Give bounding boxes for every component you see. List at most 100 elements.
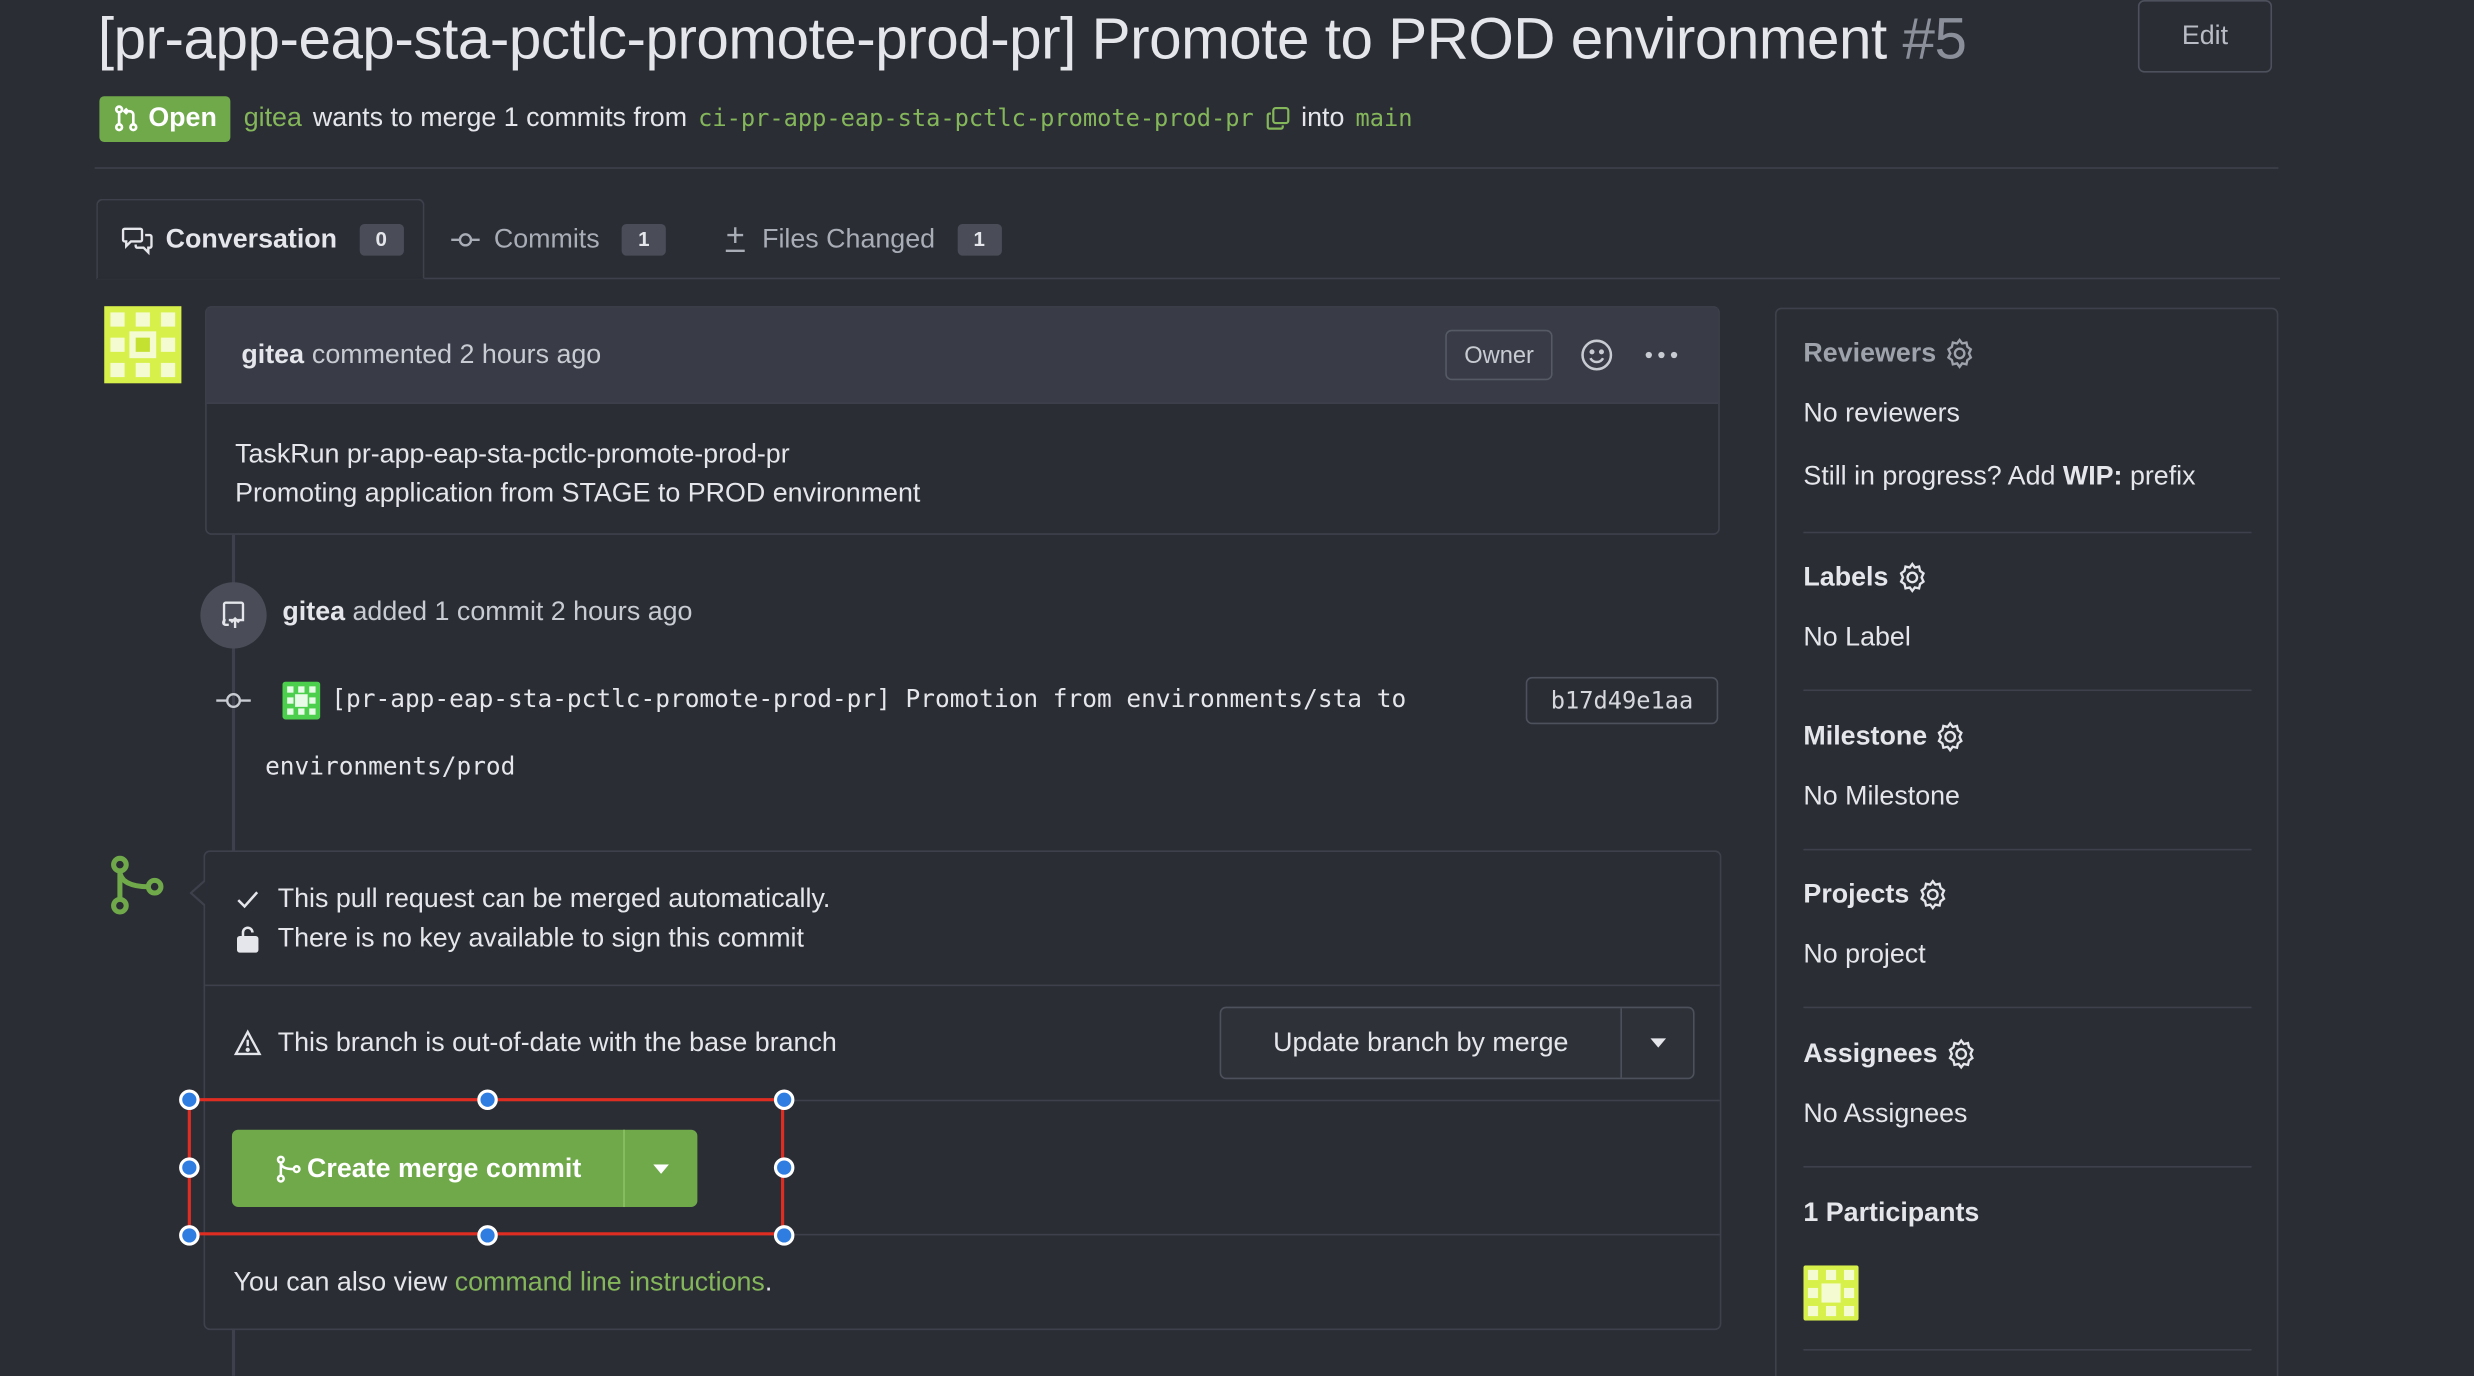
repo-push-icon [222, 601, 245, 628]
push-event-text: gitea added 1 commit 2 hours ago [282, 596, 692, 628]
comment-header: gitea commented 2 hours ago Owner [206, 307, 1719, 404]
resize-handle-top[interactable] [477, 1089, 498, 1110]
labels-value: No Label [1803, 621, 1911, 652]
resize-handle-top-right[interactable] [773, 1089, 795, 1110]
reaction-smile-icon[interactable] [1579, 338, 1614, 373]
tab-commits[interactable]: Commits 1 [450, 199, 666, 279]
reviewers-section: Reviewers No reviewers Still in progress… [1803, 338, 2251, 493]
resize-handle-bottom[interactable] [477, 1225, 498, 1246]
assignees-header[interactable]: Assignees [1803, 1038, 2251, 1070]
push-author[interactable]: gitea [282, 596, 345, 626]
avatar[interactable] [104, 306, 182, 384]
commit-message-continued: environments/prod [265, 752, 516, 782]
wip-hint-suffix: prefix [2129, 460, 2196, 491]
commit-node-icon [216, 693, 251, 709]
resize-handle-bottom-right[interactable] [773, 1225, 795, 1246]
wip-prefix-link[interactable]: WIP: [2063, 461, 2123, 491]
commit-author-avatar[interactable] [282, 681, 321, 720]
projects-value: No project [1803, 938, 1926, 969]
pr-number: #5 [1902, 6, 1967, 72]
gear-icon[interactable] [1917, 879, 1949, 911]
tab-files-changed-count: 1 [957, 223, 1002, 255]
resize-handle-right[interactable] [773, 1157, 795, 1178]
signing-text: There is no key available to sign this c… [277, 923, 804, 953]
resize-handle-bottom-left[interactable] [179, 1225, 200, 1246]
pr-tabs: Conversation 0 Commits 1 Files Changed 1 [96, 198, 2280, 280]
merge-box-pointer-inner [192, 880, 207, 906]
edit-button[interactable]: Edit [2137, 0, 2273, 73]
pull-request-page: [pr-app-eap-sta-pctlc-promote-prod-pr] P… [0, 0, 2474, 1376]
gear-icon[interactable] [1935, 721, 1967, 753]
gear-icon[interactable] [1946, 1038, 1978, 1070]
projects-title: Projects [1803, 878, 1910, 909]
pr-status-line: Open gitea wants to merge 1 commits from… [99, 95, 1412, 142]
comment-action: commented [311, 339, 453, 370]
into-text: into [1301, 102, 1345, 133]
update-branch-button[interactable]: Update branch by merge [1221, 1008, 1622, 1078]
diff-icon [725, 226, 745, 252]
milestone-value: No Milestone [1803, 781, 1960, 811]
caret-down-icon [1649, 1038, 1666, 1048]
comment-body: TaskRun pr-app-eap-sta-pctlc-promote-pro… [207, 404, 1719, 543]
pr-sidebar: Reviewers No reviewers Still in progress… [1775, 307, 2279, 1376]
command-line-instructions-link[interactable]: command line instructions [455, 1267, 765, 1297]
more-options-icon[interactable] [1642, 336, 1680, 374]
sidebar-divider [1803, 531, 2252, 534]
author-link[interactable]: gitea [244, 103, 302, 135]
head-branch-link[interactable]: ci-pr-app-eap-sta-pctlc-promote-prod-pr [698, 104, 1254, 132]
auto-merge-text: This pull request can be merged automati… [277, 883, 831, 914]
conversation-icon [121, 226, 153, 255]
out-of-date-text: This branch is out-of-date with the base… [277, 1027, 837, 1058]
assignees-value: No Assignees [1803, 1098, 1968, 1129]
gear-icon[interactable] [1944, 338, 1976, 370]
sidebar-divider [1803, 1006, 2252, 1009]
base-branch-link[interactable]: main [1355, 104, 1412, 132]
milestone-header[interactable]: Milestone [1803, 721, 2251, 753]
update-branch-button-group: Update branch by merge [1219, 1006, 1695, 1080]
resize-handle-left[interactable] [179, 1157, 200, 1178]
milestone-section: Milestone No Milestone [1803, 721, 2251, 813]
commit-message[interactable]: [pr-app-eap-sta-pctlc-promote-prod-pr] P… [331, 685, 1406, 713]
wants-text: wants to merge 1 commits from [312, 102, 688, 133]
wip-hint: Still in progress? Add WIP: prefix [1803, 461, 2251, 493]
status-badge: Open [99, 95, 232, 142]
comment-card: gitea commented 2 hours ago Owner TaskRu… [205, 306, 1720, 535]
tab-files-changed[interactable]: Files Changed 1 [721, 199, 1002, 279]
merge-icon [111, 855, 164, 915]
assignees-title: Assignees [1803, 1038, 1938, 1069]
reviewers-title: Reviewers [1803, 337, 1937, 368]
cli-hint-period: . [764, 1266, 773, 1297]
status-badge-label: Open [148, 102, 217, 133]
participant-avatar[interactable] [1803, 1265, 1859, 1321]
sidebar-divider [1803, 1349, 2252, 1351]
push-event-badge [200, 582, 267, 649]
cli-hint-text: You can also view [233, 1266, 448, 1297]
push-description: added 1 commit 2 hours ago [352, 596, 693, 627]
comment-author[interactable]: gitea [241, 339, 304, 371]
pull-request-icon [114, 105, 138, 132]
unlock-icon [236, 926, 259, 953]
commit-icon [451, 232, 480, 246]
tab-conversation[interactable]: Conversation 0 [96, 198, 425, 280]
gear-icon[interactable] [1896, 562, 1928, 594]
comment-line-1: TaskRun pr-app-eap-sta-pctlc-promote-pro… [235, 438, 790, 469]
projects-header[interactable]: Projects [1803, 879, 2251, 911]
reviewers-value: No reviewers [1803, 397, 1960, 428]
resize-handle-top-left[interactable] [179, 1089, 200, 1110]
commit-sha-button[interactable]: b17d49e1aa [1525, 676, 1719, 725]
copy-icon[interactable] [1265, 106, 1290, 131]
labels-title: Labels [1803, 561, 1889, 592]
check-icon [237, 891, 259, 909]
assignees-section: Assignees No Assignees [1803, 1038, 2251, 1130]
selection-rectangle[interactable] [187, 1098, 785, 1236]
labels-header[interactable]: Labels [1803, 562, 2251, 594]
reviewers-header[interactable]: Reviewers [1803, 338, 2251, 370]
tab-commits-label: Commits [493, 223, 600, 254]
warning-icon [233, 1029, 262, 1056]
participants-title: 1 Participants [1803, 1197, 1980, 1228]
tab-conversation-label: Conversation [165, 223, 338, 254]
signing-status: There is no key available to sign this c… [234, 923, 804, 955]
update-branch-dropdown[interactable] [1622, 1008, 1693, 1077]
owner-badge: Owner [1445, 329, 1553, 381]
projects-section: Projects No project [1803, 879, 2251, 971]
